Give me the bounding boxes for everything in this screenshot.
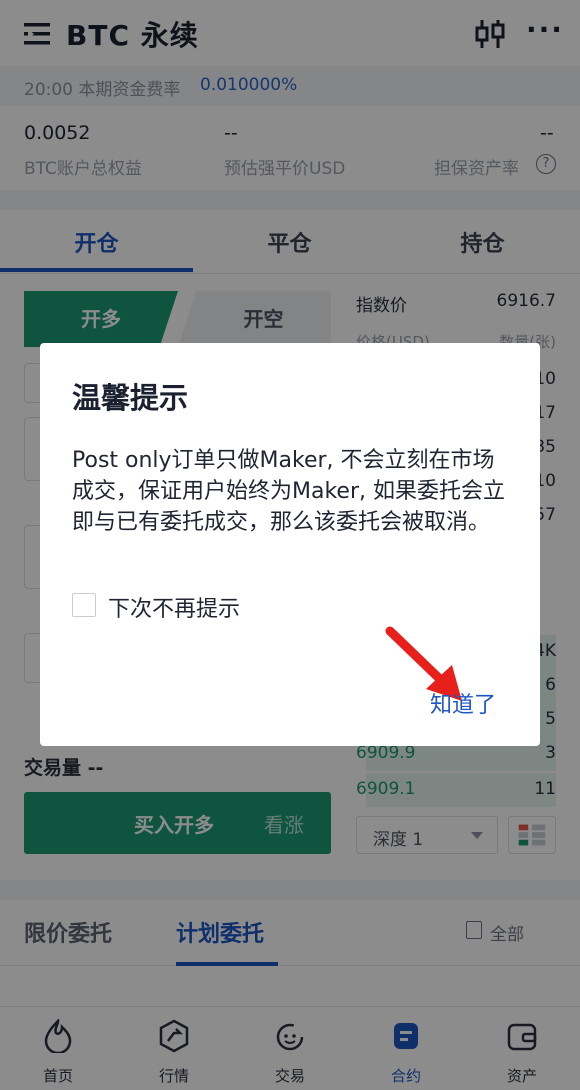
dialog-message: Post only订单只做Maker, 不会立刻在市场成交，保证用户始终为Mak… (72, 448, 505, 535)
notice-dialog: 温馨提示 Post only订单只做Maker, 不会立刻在市场成交，保证用户始… (40, 343, 540, 746)
dont-show-again-checkbox[interactable] (72, 593, 96, 617)
dont-show-again-label[interactable]: 下次不再提示 (108, 591, 240, 623)
dialog-title: 温馨提示 (72, 381, 189, 415)
got-it-button[interactable]: 知道了 (430, 687, 496, 719)
